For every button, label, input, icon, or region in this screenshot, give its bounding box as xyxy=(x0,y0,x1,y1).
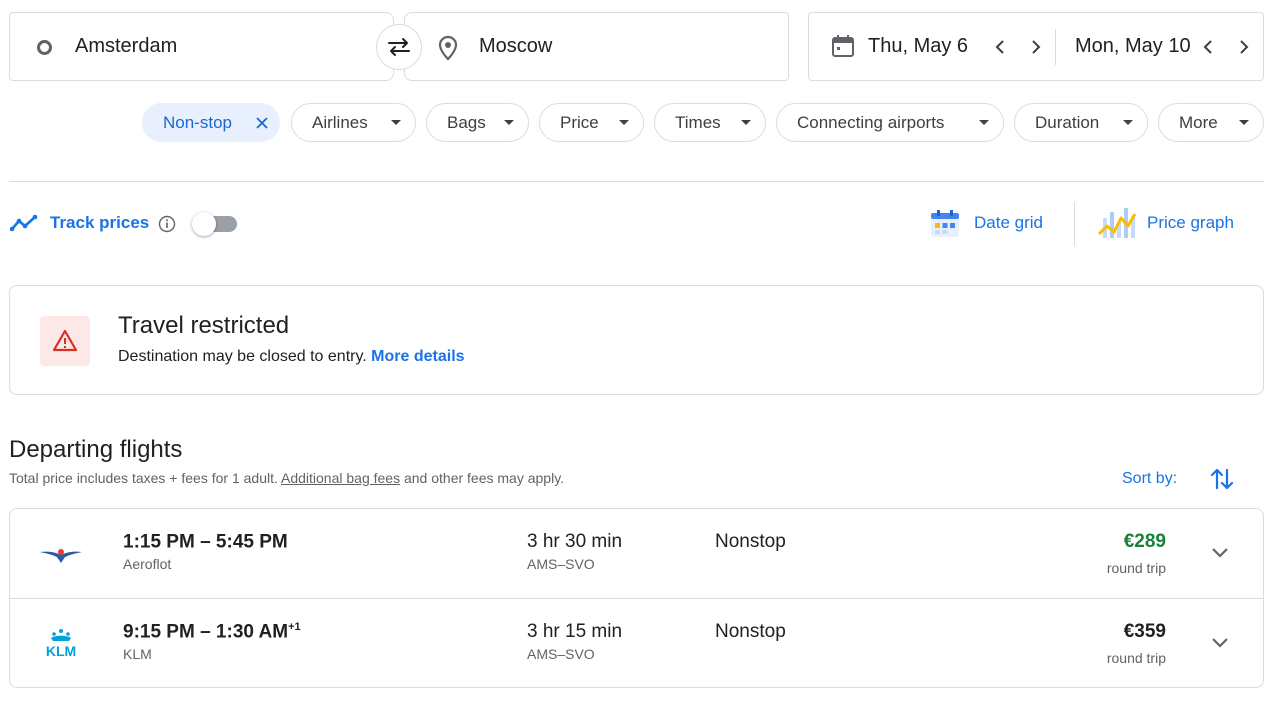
destination-value: Moscow xyxy=(479,35,553,57)
flight-route: AMS–SVO xyxy=(527,556,595,572)
depart-prev-button[interactable] xyxy=(985,32,1015,62)
chip-label: Airlines xyxy=(312,112,368,132)
section-divider xyxy=(9,181,1264,182)
bag-fees-link[interactable]: Additional bag fees xyxy=(281,470,400,486)
flight-row[interactable]: 1:15 PM – 5:45 PM Aeroflot 3 hr 30 min A… xyxy=(10,509,1263,598)
klm-crown-icon: KLM xyxy=(46,629,76,658)
flight-time-text: 9:15 PM – 1:30 AM xyxy=(123,621,289,643)
chip-label: Non-stop xyxy=(163,112,232,132)
caret-down-icon xyxy=(1239,120,1249,125)
flight-time: 1:15 PM – 5:45 PM xyxy=(123,531,288,553)
chip-label: Connecting airports xyxy=(797,112,945,132)
caret-down-icon xyxy=(741,120,751,125)
dates-field[interactable]: Thu, May 6 Mon, May 10 xyxy=(808,12,1264,81)
destination-field[interactable]: Moscow xyxy=(404,12,789,81)
chevron-down-icon xyxy=(1212,548,1228,558)
sort-icon[interactable] xyxy=(1210,466,1234,492)
caret-down-icon xyxy=(391,120,401,125)
price-note: Total price includes taxes + fees for 1 … xyxy=(9,470,564,486)
aeroflot-wings-icon xyxy=(40,549,82,563)
restriction-title: Travel restricted xyxy=(118,312,290,339)
chip-label: More xyxy=(1179,112,1218,132)
chevron-left-icon xyxy=(1203,40,1212,54)
sort-by-label[interactable]: Sort by: xyxy=(1122,470,1177,488)
origin-circle-icon xyxy=(37,40,52,55)
chip-non-stop[interactable]: Non-stop xyxy=(142,103,280,142)
price-note-suffix: and other fees may apply. xyxy=(403,470,565,486)
chip-duration[interactable]: Duration xyxy=(1014,103,1148,142)
return-date[interactable]: Mon, May 10 xyxy=(1075,35,1191,58)
chip-connecting-airports[interactable]: Connecting airports xyxy=(776,103,1004,142)
chevron-down-icon xyxy=(1212,638,1228,648)
info-icon[interactable] xyxy=(158,215,176,233)
chip-label: Duration xyxy=(1035,112,1100,132)
swap-button[interactable] xyxy=(376,24,422,70)
price-graph-icon xyxy=(1097,208,1137,238)
departing-flights-title: Departing flights xyxy=(9,436,183,463)
caret-down-icon xyxy=(979,120,989,125)
flight-price: €289 xyxy=(1123,531,1166,552)
chip-more[interactable]: More xyxy=(1158,103,1264,142)
chip-price[interactable]: Price xyxy=(539,103,644,142)
chip-times[interactable]: Times xyxy=(654,103,766,142)
flight-time-text: 1:15 PM – 5:45 PM xyxy=(123,531,288,553)
date-grid-button[interactable]: Date grid xyxy=(974,213,1043,233)
flight-price: €359 xyxy=(1123,621,1166,642)
restriction-text: Destination may be closed to entry. xyxy=(118,348,367,365)
flight-row[interactable]: KLM 9:15 PM – 1:30 AM+1 KLM 3 hr 15 min … xyxy=(10,598,1263,687)
flight-duration: 3 hr 15 min xyxy=(527,621,623,642)
price-type: round trip xyxy=(1106,560,1166,576)
flight-time: 9:15 PM – 1:30 AM+1 xyxy=(123,621,301,643)
date-divider xyxy=(1055,29,1056,65)
chip-label: Price xyxy=(560,112,599,132)
chevron-right-icon xyxy=(1240,40,1249,54)
day-offset: +1 xyxy=(288,621,301,633)
travel-restriction-card: Travel restricted Destination may be clo… xyxy=(9,285,1264,395)
location-pin-icon xyxy=(438,35,458,61)
chevron-left-icon xyxy=(995,40,1004,54)
chip-label: Times xyxy=(675,112,721,132)
toggle-knob[interactable] xyxy=(192,212,216,236)
flight-route: AMS–SVO xyxy=(527,646,595,662)
flight-stops: Nonstop xyxy=(715,621,786,642)
aeroflot-logo xyxy=(38,535,84,571)
warning-badge xyxy=(40,316,90,366)
flight-stops: Nonstop xyxy=(715,531,786,552)
return-next-button[interactable] xyxy=(1229,32,1259,62)
expand-button[interactable] xyxy=(1206,629,1234,657)
origin-field[interactable]: Amsterdam xyxy=(9,12,394,81)
caret-down-icon xyxy=(619,120,629,125)
warning-icon xyxy=(52,329,78,352)
more-details-link[interactable]: More details xyxy=(371,348,464,365)
calendar-icon xyxy=(832,35,854,57)
chip-airlines[interactable]: Airlines xyxy=(291,103,416,142)
airline-name: KLM xyxy=(123,646,152,662)
depart-next-button[interactable] xyxy=(1021,32,1051,62)
restriction-text-line: Destination may be closed to entry. More… xyxy=(118,348,465,366)
close-icon[interactable] xyxy=(256,117,268,129)
return-prev-button[interactable] xyxy=(1193,32,1223,62)
origin-value: Amsterdam xyxy=(75,35,178,57)
swap-icon xyxy=(388,38,410,56)
chip-bags[interactable]: Bags xyxy=(426,103,529,142)
chip-label: Bags xyxy=(447,112,486,132)
caret-down-icon xyxy=(1123,120,1133,125)
svg-text:KLM: KLM xyxy=(46,643,76,658)
airline-name: Aeroflot xyxy=(123,556,172,572)
tools-divider xyxy=(1074,202,1075,246)
price-graph-button[interactable]: Price graph xyxy=(1147,213,1234,233)
trend-icon xyxy=(10,214,38,232)
track-prices-label: Track prices xyxy=(50,213,150,232)
date-grid-icon xyxy=(931,210,959,237)
depart-date[interactable]: Thu, May 6 xyxy=(868,35,968,58)
expand-button[interactable] xyxy=(1206,539,1234,567)
chevron-right-icon xyxy=(1032,40,1041,54)
flights-list: 1:15 PM – 5:45 PM Aeroflot 3 hr 30 min A… xyxy=(9,508,1264,688)
price-note-prefix: Total price includes taxes + fees for 1 … xyxy=(9,470,278,486)
flight-duration: 3 hr 30 min xyxy=(527,531,623,552)
klm-logo: KLM xyxy=(38,625,84,661)
price-type: round trip xyxy=(1106,650,1166,666)
caret-down-icon xyxy=(504,120,514,125)
